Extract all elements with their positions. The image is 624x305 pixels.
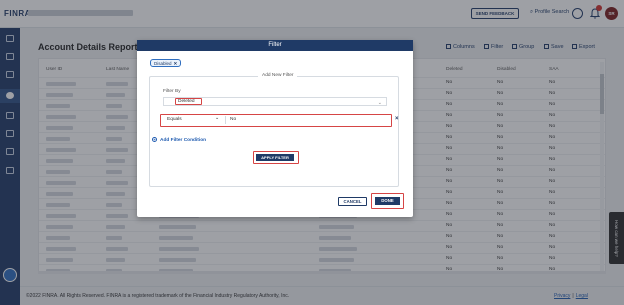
highlight-box: APPLY FILTER [253, 151, 299, 164]
add-filter-panel: Add New Filter Filter By Deleted ⌄ Equals… [149, 73, 399, 187]
done-button[interactable]: DONE [375, 197, 400, 205]
chip-label: Disabled [154, 61, 172, 66]
operator-value: Equals [167, 117, 182, 122]
chip-close-icon[interactable]: ✕ [174, 61, 178, 66]
modal-title: Filter [137, 40, 413, 51]
condition-row: Equals ⌄ No [160, 114, 392, 127]
filter-by-label: Filter By [163, 89, 181, 94]
active-filter-chip[interactable]: Disabled ✕ [150, 59, 182, 67]
highlight-box: DONE [371, 193, 404, 209]
panel-title: Add New Filter [258, 73, 298, 78]
filter-modal: Filter Disabled ✕ Add New Filter Filter B… [137, 40, 413, 217]
add-filter-condition-link[interactable]: + Add Filter Condition [152, 137, 206, 143]
remove-condition-icon[interactable]: × [395, 116, 399, 122]
apply-filter-button[interactable]: APPLY FILTER [256, 154, 294, 161]
plus-icon: + [152, 137, 157, 142]
highlight-box [175, 98, 202, 105]
value-input[interactable]: No [225, 116, 389, 124]
chevron-down-icon: ⌄ [215, 115, 220, 121]
chevron-down-icon: ⌄ [377, 100, 382, 106]
add-condition-label: Add Filter Condition [160, 138, 207, 143]
operator-select[interactable]: Equals [163, 116, 223, 124]
cancel-button[interactable]: CANCEL [338, 197, 367, 206]
